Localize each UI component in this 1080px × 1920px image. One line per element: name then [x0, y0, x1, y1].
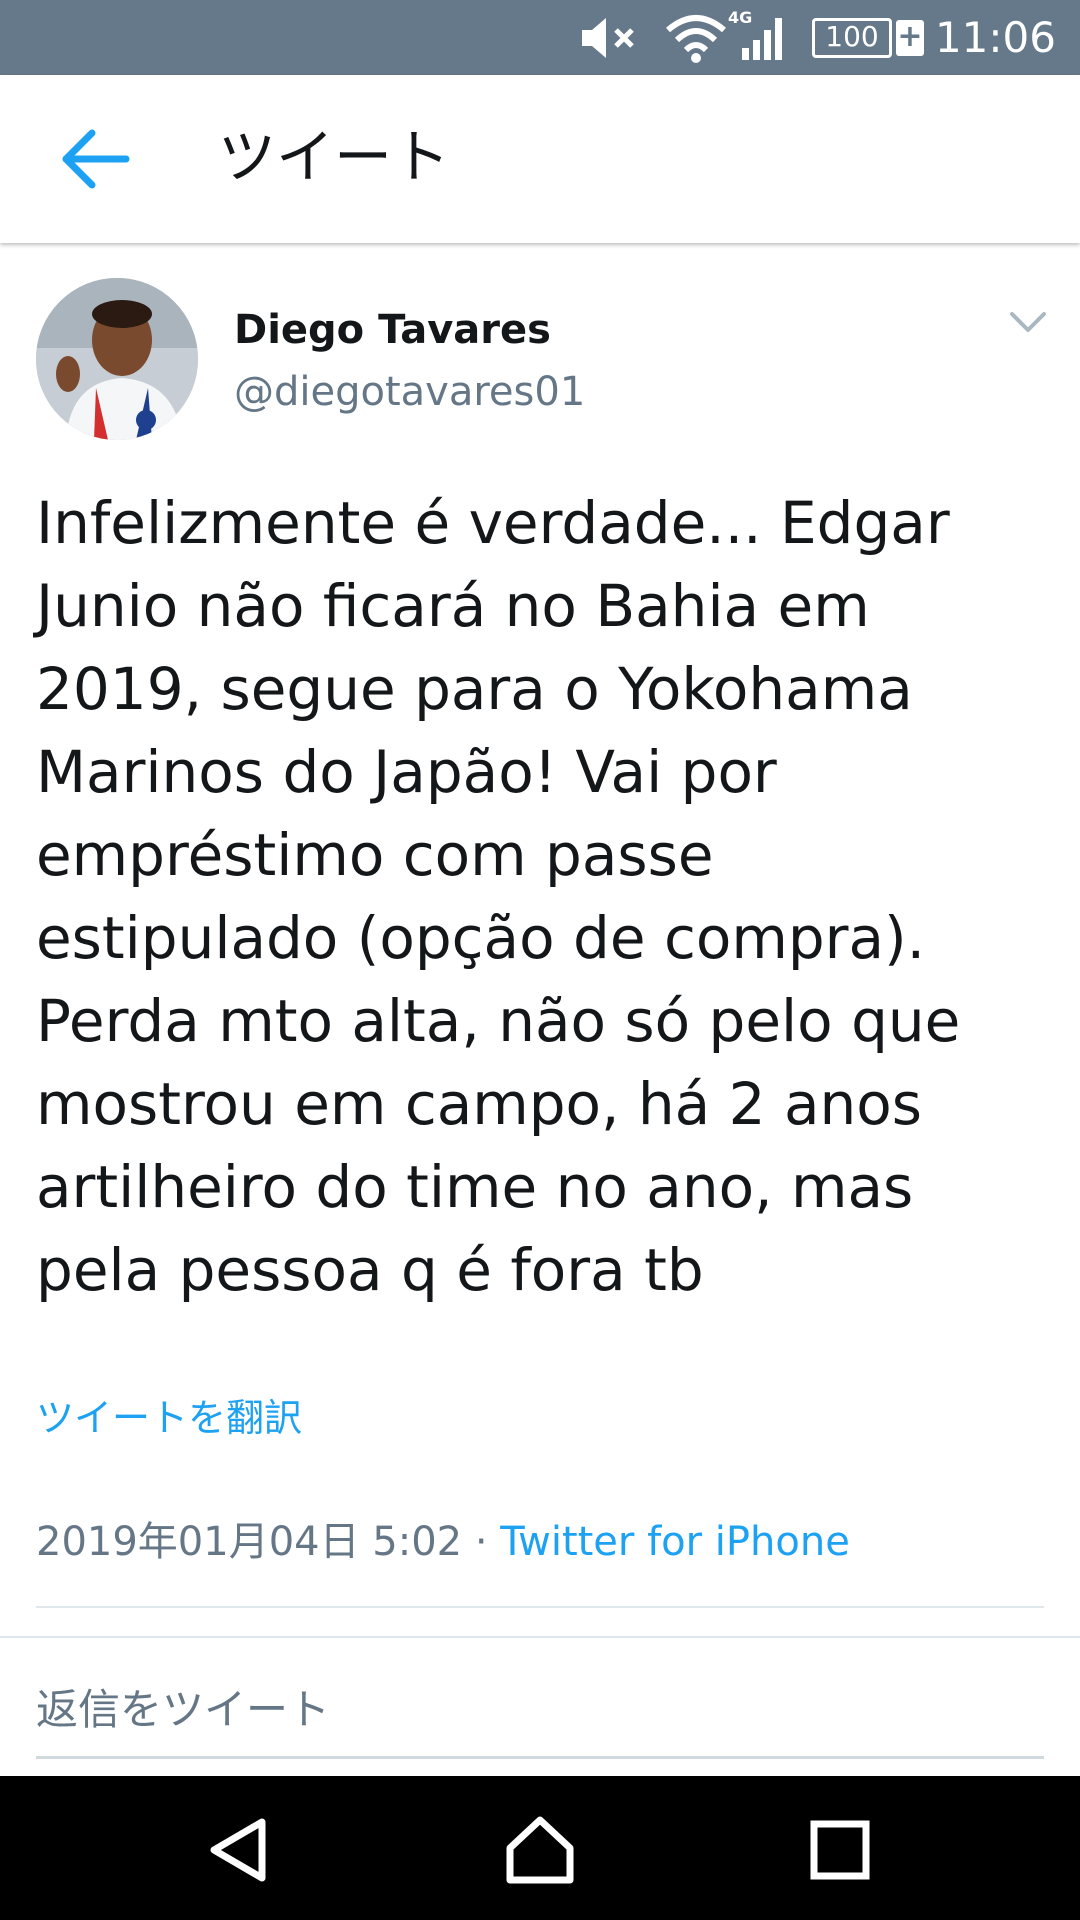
arrow-left-icon[interactable]	[58, 127, 130, 191]
tweet-text: Infelizmente é verdade... Edgar Junio nã…	[36, 482, 1046, 1312]
author-handle[interactable]: @diegotavares01	[234, 366, 585, 418]
tweet-text-line: Marinos do Japão! Vai por	[36, 738, 777, 806]
top-app-bar: ツイート	[0, 75, 1080, 243]
tweet-text-line: mostrou em campo, há 2 anos	[36, 1070, 923, 1138]
translate-tweet-link[interactable]: ツイートを翻訳	[36, 1392, 302, 1444]
tweet-text-line: Junio não ficará no Bahia em	[36, 572, 870, 640]
recents-icon[interactable]	[800, 1810, 880, 1890]
battery-icon: 100 +	[812, 18, 924, 58]
tweet-source-link[interactable]: Twitter for iPhone	[500, 1519, 850, 1565]
wifi-icon	[666, 15, 726, 63]
tweet-text-line: Infelizmente é verdade... Edgar	[36, 489, 950, 557]
tweet-text-line: Perda mto alta, não só pelo que	[36, 987, 961, 1055]
reply-input-underline	[36, 1756, 1044, 1759]
divider	[36, 1606, 1044, 1608]
back-triangle-icon[interactable]	[200, 1810, 280, 1890]
navigation-bar	[0, 1776, 1080, 1920]
tweet-timestamp: 2019年01月04日 5:02	[36, 1519, 463, 1565]
author-name[interactable]: Diego Tavares	[234, 304, 551, 356]
status-bar: 4G 100 + 11:06	[0, 0, 1080, 75]
clock: 11:06	[934, 13, 1056, 62]
reply-input[interactable]: 返信をツイート	[36, 1682, 330, 1738]
tweet-meta: 2019年01月04日 5:02 · Twitter for iPhone	[36, 1514, 850, 1570]
tweet-text-line: pela pessoa q é fora tb	[36, 1236, 704, 1304]
signal-icon	[742, 18, 782, 60]
page-title: ツイート	[218, 123, 451, 191]
tweet-text-line: empréstimo com passe	[36, 821, 714, 889]
mute-icon	[582, 18, 634, 58]
avatar-image	[36, 278, 198, 440]
tweet-text-line: estipulado (opção de compra).	[36, 904, 926, 972]
tweet-text-line: 2019, segue para o Yokohama	[36, 655, 913, 723]
avatar[interactable]	[36, 278, 198, 440]
meta-separator: ·	[462, 1519, 501, 1565]
divider	[0, 1636, 1080, 1638]
battery-level: 100	[825, 20, 879, 53]
tweet-text-line: artilheiro do time no ano, mas	[36, 1153, 914, 1221]
home-icon[interactable]	[500, 1810, 580, 1890]
chevron-down-icon[interactable]	[1006, 304, 1050, 340]
